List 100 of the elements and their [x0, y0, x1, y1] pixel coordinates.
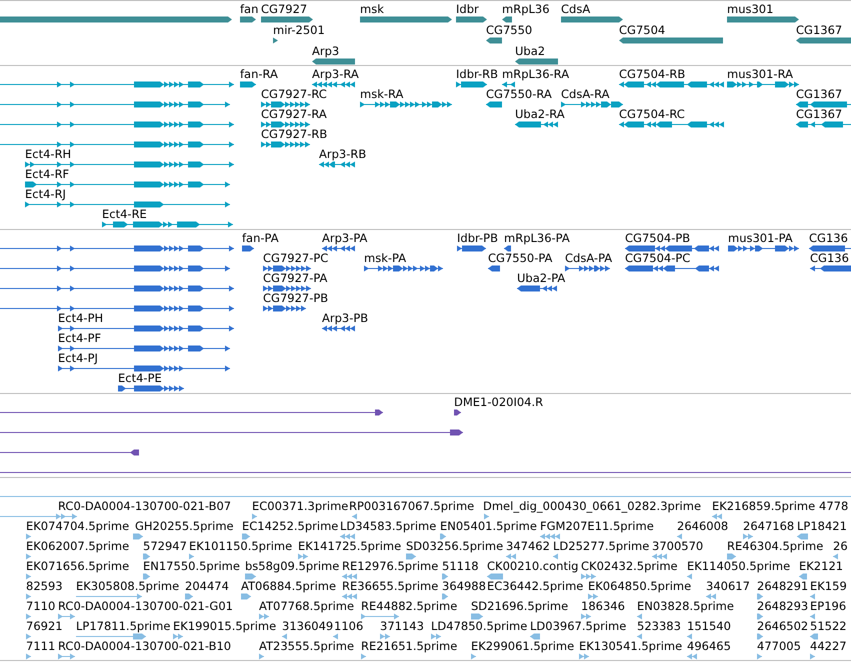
- est-feature[interactable]: [757, 633, 763, 640]
- est-feature[interactable]: [442, 593, 448, 600]
- protein-feature[interactable]: [728, 245, 799, 252]
- est-feature[interactable]: [342, 593, 357, 600]
- est-feature[interactable]: [252, 513, 257, 520]
- est-feature[interactable]: [242, 533, 250, 540]
- est-feature[interactable]: [241, 593, 251, 600]
- est-feature[interactable]: [706, 593, 716, 600]
- est-feature[interactable]: [757, 653, 762, 660]
- est-feature[interactable]: [712, 513, 722, 520]
- transcript-feature[interactable]: [261, 101, 310, 108]
- clone-feature[interactable]: [0, 409, 383, 416]
- est-feature[interactable]: [484, 513, 489, 520]
- est-feature[interactable]: [810, 593, 815, 600]
- est-feature[interactable]: [506, 553, 516, 560]
- est-feature[interactable]: [652, 553, 667, 560]
- gene-feature[interactable]: [312, 58, 355, 65]
- transcript-feature[interactable]: [561, 101, 623, 108]
- est-feature[interactable]: [26, 653, 31, 660]
- est-feature[interactable]: [340, 533, 355, 540]
- est-feature[interactable]: [431, 633, 441, 640]
- est-feature[interactable]: [588, 593, 598, 600]
- transcript-feature[interactable]: [0, 121, 234, 128]
- est-feature[interactable]: [757, 613, 763, 620]
- clone-feature[interactable]: [0, 449, 139, 456]
- est-feature[interactable]: [487, 573, 503, 580]
- transcript-feature[interactable]: [796, 121, 851, 128]
- transcript-feature[interactable]: [0, 101, 230, 108]
- est-feature[interactable]: [442, 573, 448, 580]
- est-feature[interactable]: [581, 613, 591, 620]
- est-feature[interactable]: [471, 613, 483, 620]
- transcript-feature[interactable]: [486, 101, 502, 108]
- clone-feature[interactable]: [0, 429, 463, 436]
- est-feature[interactable]: [76, 633, 146, 640]
- gene-feature[interactable]: [796, 37, 851, 44]
- est-feature[interactable]: [0, 493, 851, 500]
- gene-feature[interactable]: [486, 37, 502, 44]
- est-feature[interactable]: [133, 533, 143, 540]
- gene-feature[interactable]: [502, 16, 512, 23]
- est-feature[interactable]: [637, 633, 642, 640]
- est-feature[interactable]: [440, 533, 446, 540]
- protein-feature[interactable]: [517, 285, 557, 292]
- transcript-feature[interactable]: [261, 121, 310, 128]
- gene-feature[interactable]: [456, 16, 487, 23]
- protein-feature[interactable]: [322, 325, 355, 332]
- est-feature[interactable]: [342, 573, 357, 580]
- gene-feature[interactable]: [360, 16, 452, 23]
- est-feature[interactable]: [189, 553, 194, 560]
- protein-feature[interactable]: [322, 245, 355, 252]
- est-feature[interactable]: [26, 533, 31, 540]
- est-feature[interactable]: [282, 633, 287, 640]
- est-feature[interactable]: [687, 573, 692, 580]
- protein-feature[interactable]: [58, 345, 230, 352]
- transcript-feature[interactable]: [25, 181, 230, 188]
- protein-feature[interactable]: [242, 245, 254, 252]
- transcript-feature[interactable]: [515, 121, 558, 128]
- transcript-feature[interactable]: [0, 141, 234, 148]
- est-feature[interactable]: [143, 573, 150, 580]
- est-feature[interactable]: [553, 553, 558, 560]
- est-feature[interactable]: [757, 593, 763, 600]
- est-feature[interactable]: [26, 573, 31, 580]
- protein-feature[interactable]: [488, 265, 500, 272]
- protein-feature[interactable]: [364, 265, 443, 272]
- transcript-feature[interactable]: [25, 161, 234, 168]
- transcript-feature[interactable]: [261, 141, 310, 148]
- est-feature[interactable]: [26, 593, 31, 600]
- gene-feature[interactable]: [727, 16, 799, 23]
- protein-feature[interactable]: [565, 265, 610, 272]
- transcript-feature[interactable]: [360, 101, 452, 108]
- protein-feature[interactable]: [0, 245, 234, 252]
- est-feature[interactable]: [185, 593, 193, 600]
- est-feature[interactable]: [540, 533, 560, 540]
- protein-feature[interactable]: [504, 245, 511, 252]
- est-feature[interactable]: [530, 633, 540, 640]
- gene-feature[interactable]: [561, 16, 623, 23]
- protein-feature[interactable]: [58, 325, 234, 332]
- clone-feature[interactable]: [454, 409, 461, 416]
- gene-feature[interactable]: [0, 16, 232, 23]
- est-feature[interactable]: [687, 653, 697, 660]
- est-feature[interactable]: [743, 533, 753, 540]
- est-feature[interactable]: [58, 613, 75, 620]
- transcript-feature[interactable]: [727, 81, 799, 88]
- transcript-feature[interactable]: [796, 101, 851, 108]
- protein-feature[interactable]: [457, 245, 486, 252]
- est-feature[interactable]: [361, 613, 399, 620]
- protein-feature[interactable]: [0, 285, 234, 292]
- transcript-feature[interactable]: [619, 121, 724, 128]
- est-feature[interactable]: [76, 593, 142, 600]
- gene-feature[interactable]: [240, 16, 256, 23]
- protein-feature[interactable]: [263, 265, 311, 272]
- est-feature[interactable]: [26, 613, 31, 620]
- protein-feature[interactable]: [118, 385, 184, 392]
- transcript-feature[interactable]: [456, 81, 487, 88]
- transcript-feature[interactable]: [619, 81, 724, 88]
- protein-feature[interactable]: [809, 245, 851, 252]
- est-feature[interactable]: [687, 633, 692, 640]
- transcript-feature[interactable]: [502, 81, 515, 88]
- transcript-feature[interactable]: [102, 221, 233, 228]
- est-feature[interactable]: [637, 613, 642, 620]
- transcript-feature[interactable]: [312, 81, 355, 88]
